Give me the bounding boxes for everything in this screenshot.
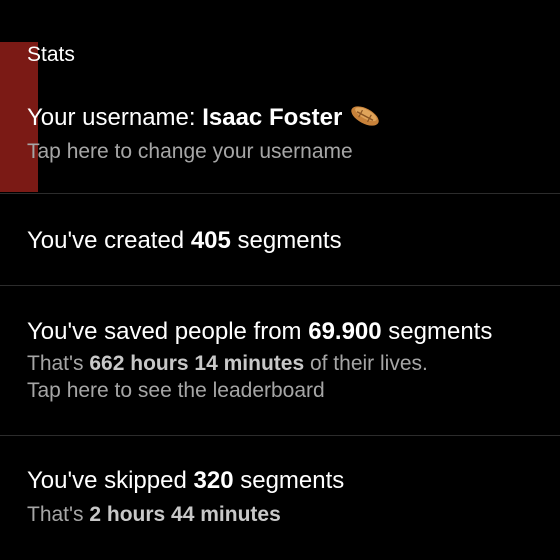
created-line: You've created 405 segments — [27, 226, 342, 256]
saved-count: 69.900 — [308, 318, 382, 345]
skipped-prefix: You've skipped — [27, 467, 194, 494]
username-line: Your username: Isaac Foster — [27, 101, 382, 139]
skipped-line: You've skipped 320 segments — [27, 466, 344, 496]
skipped-time-value: 2 hours 44 minutes — [89, 503, 281, 526]
created-suffix: segments — [230, 227, 342, 254]
saved-time-prefix: That's — [27, 352, 90, 375]
leaderboard-preference[interactable]: You've saved people from 69.900 segments… — [0, 286, 560, 434]
username-subtitle: Tap here to change your username — [27, 140, 353, 163]
username-prefix: Your username: — [27, 104, 203, 131]
trophy-icon — [348, 101, 382, 139]
skipped-segments-stat: You've skipped 320 segments That's 2 hou… — [0, 436, 560, 560]
created-segments-stat: You've created 405 segments — [0, 194, 560, 284]
saved-time-suffix: of their lives. — [304, 352, 428, 375]
created-prefix: You've created — [27, 227, 191, 254]
username-value: Isaac Foster — [202, 104, 343, 131]
saved-prefix: You've saved people from — [27, 318, 309, 345]
skipped-suffix: segments — [233, 467, 345, 494]
created-count: 405 — [190, 227, 231, 254]
skipped-count: 320 — [193, 467, 234, 494]
skipped-time-line: That's 2 hours 44 minutes — [27, 502, 281, 528]
username-preference[interactable]: Your username: Isaac Foster Tap here to … — [0, 0, 560, 193]
saved-time-value: 662 hours 14 minutes — [89, 352, 305, 375]
saved-time-line: That's 662 hours 14 minutes of their liv… — [27, 351, 428, 377]
leaderboard-link: Tap here to see the leaderboard — [27, 379, 325, 402]
saved-line: You've saved people from 69.900 segments — [27, 317, 492, 347]
skipped-time-prefix: That's — [27, 503, 90, 526]
saved-suffix: segments — [381, 318, 493, 345]
